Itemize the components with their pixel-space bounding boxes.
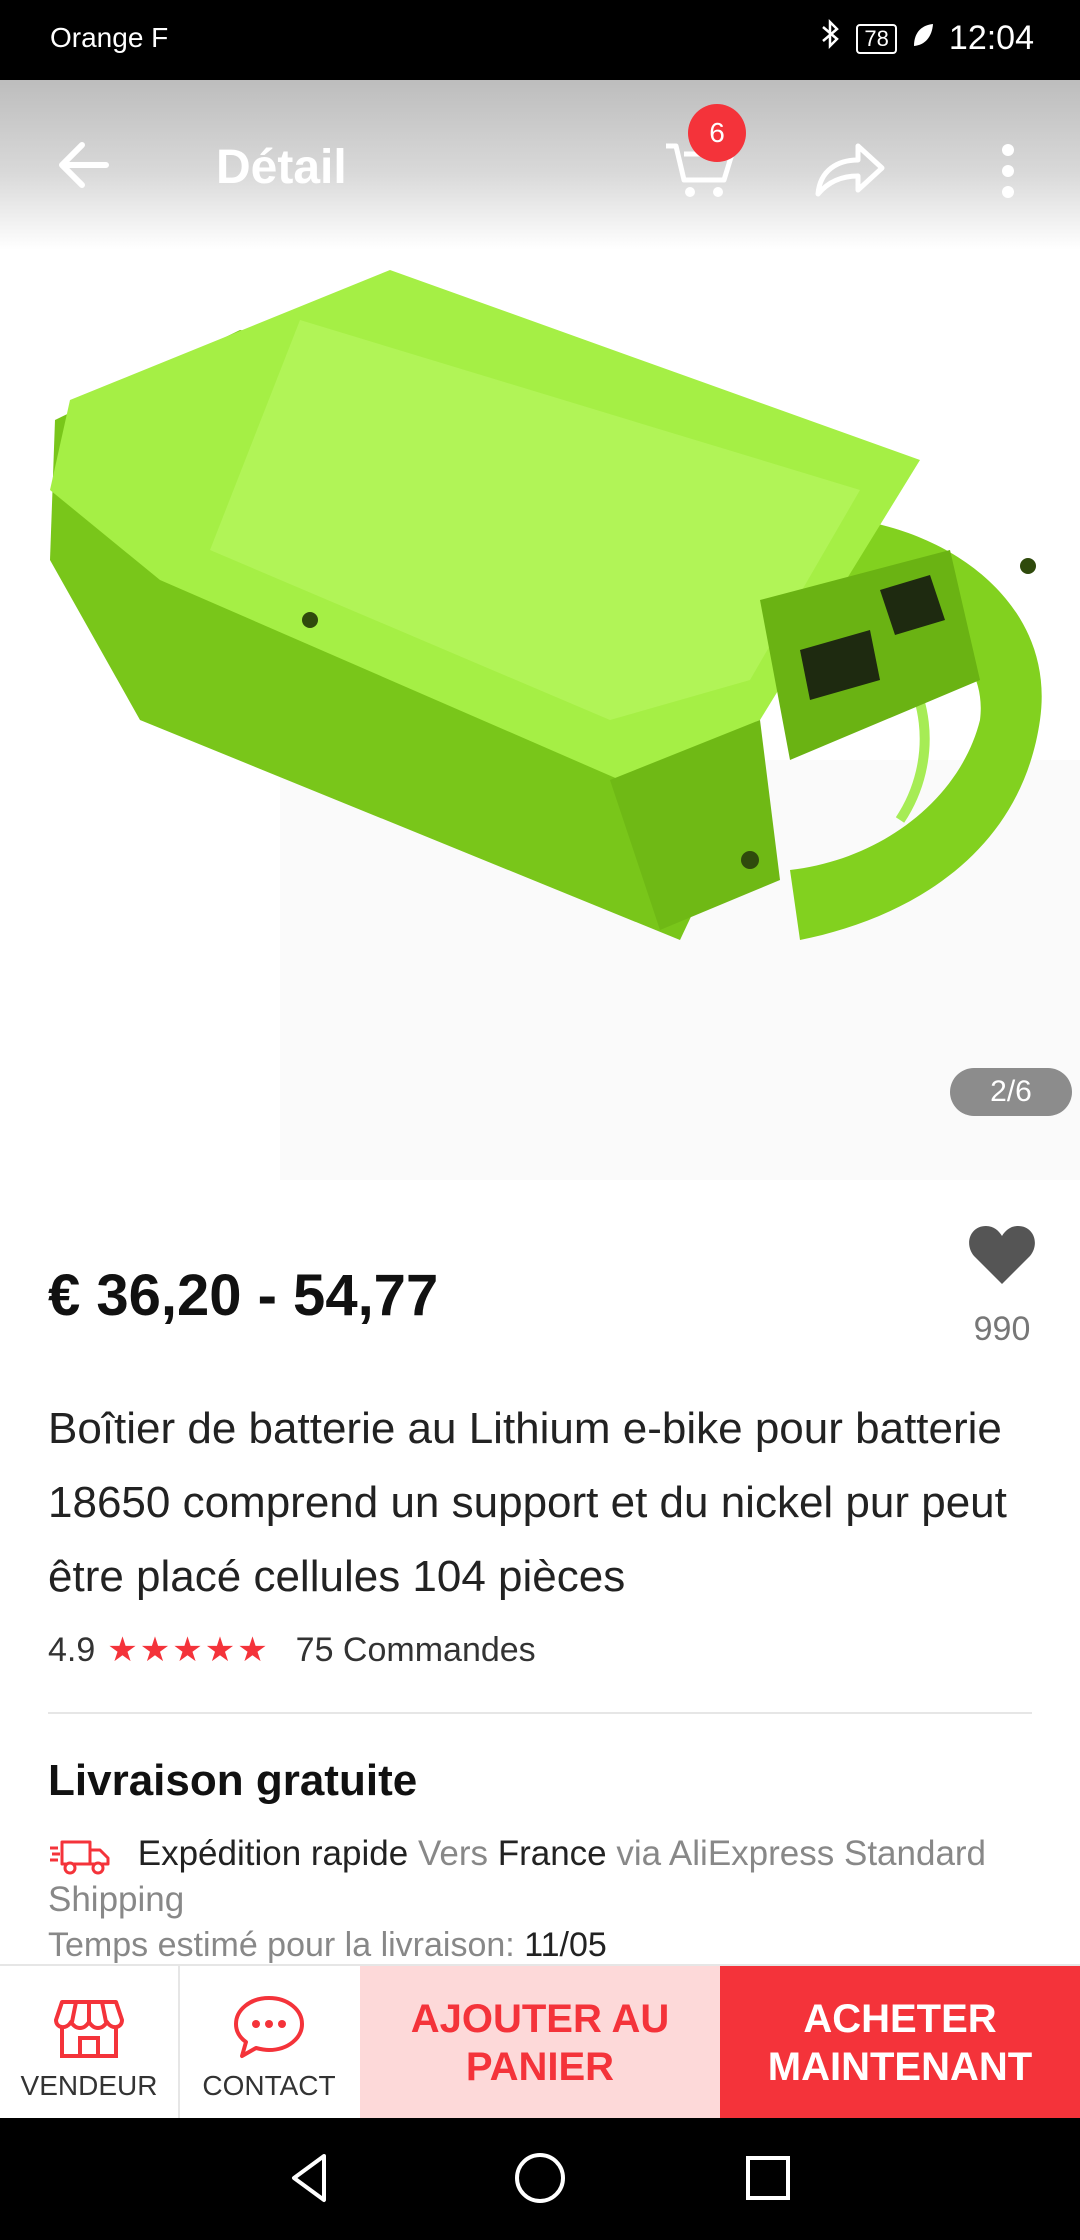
contact-button[interactable]: CONTACT [180,1966,358,2120]
shipping-to-label: Vers [417,1834,488,1873]
image-pager: 2/6 [950,1068,1072,1116]
leaf-icon [911,19,935,58]
more-vertical-icon [1002,144,1014,198]
cart-count-badge: 6 [688,104,746,162]
nav-back-icon[interactable] [280,2148,340,2208]
arrow-left-icon [59,142,109,188]
shipping-title[interactable]: Livraison gratuite [48,1756,417,1806]
delivery-estimate: Temps estimé pour la livraison: 11/05 [48,1926,607,1965]
divider [48,1712,1032,1714]
rating-row[interactable]: 4.9 ★★★★★ 75 Commandes [48,1630,536,1670]
add-to-cart-label: AJOUTER AU PANIER [410,1997,670,2089]
wishlist-button[interactable] [966,1222,1038,1288]
store-icon [54,2000,124,2058]
wishlist-count: 990 [973,1310,1031,1348]
clock: 12:04 [948,19,1034,57]
share-icon [815,143,885,197]
status-bar: Orange F 78 12:04 [0,0,1080,80]
shipping-method: Expédition rapide [137,1834,409,1873]
delivery-truck-icon [50,1840,110,1875]
nav-home-icon[interactable] [510,2148,570,2208]
system-navigation-bar [0,2118,1080,2240]
more-options-button[interactable] [990,136,1026,206]
chat-bubble-icon [234,1996,304,2058]
delivery-estimate-date: 11/05 [524,1926,607,1964]
orders-count: 75 Commandes [295,1630,536,1669]
top-app-bar: Détail 6 [0,80,1080,250]
product-price: € 36,20 - 54,77 [48,1263,439,1328]
seller-label: VENDEUR [20,2070,158,2101]
bluetooth-icon [820,18,842,59]
back-button[interactable] [50,130,120,200]
nav-recents-icon[interactable] [738,2148,798,2208]
buy-now-button[interactable]: ACHETER MAINTENANT [720,1966,1080,2120]
shipping-country: France [497,1834,607,1873]
carrier-name: Orange F [50,22,169,53]
rating-value: 4.9 [48,1630,96,1669]
heart-icon [969,1226,1035,1284]
share-button[interactable] [810,134,890,204]
contact-label: CONTACT [202,2070,336,2101]
status-right: 78 12:04 [820,18,1034,59]
seller-button[interactable]: VENDEUR [0,1966,180,2120]
product-title: Boîtier de batterie au Lithium e-bike po… [48,1404,1007,1601]
page-title: Détail [216,141,347,194]
delivery-estimate-label: Temps estimé pour la livraison: [48,1926,515,1964]
shipping-details[interactable]: Expédition rapide Vers France via AliExp… [48,1832,1038,1922]
add-to-cart-button[interactable]: AJOUTER AU PANIER [360,1966,720,2120]
battery-indicator: 78 [856,23,897,54]
star-rating-icon: ★★★★★ [107,1631,270,1669]
buy-now-label: ACHETER MAINTENANT [767,1997,1033,2089]
bottom-action-bar: VENDEUR CONTACT AJOUTER AU PANIER ACHETE… [0,1964,1080,2120]
